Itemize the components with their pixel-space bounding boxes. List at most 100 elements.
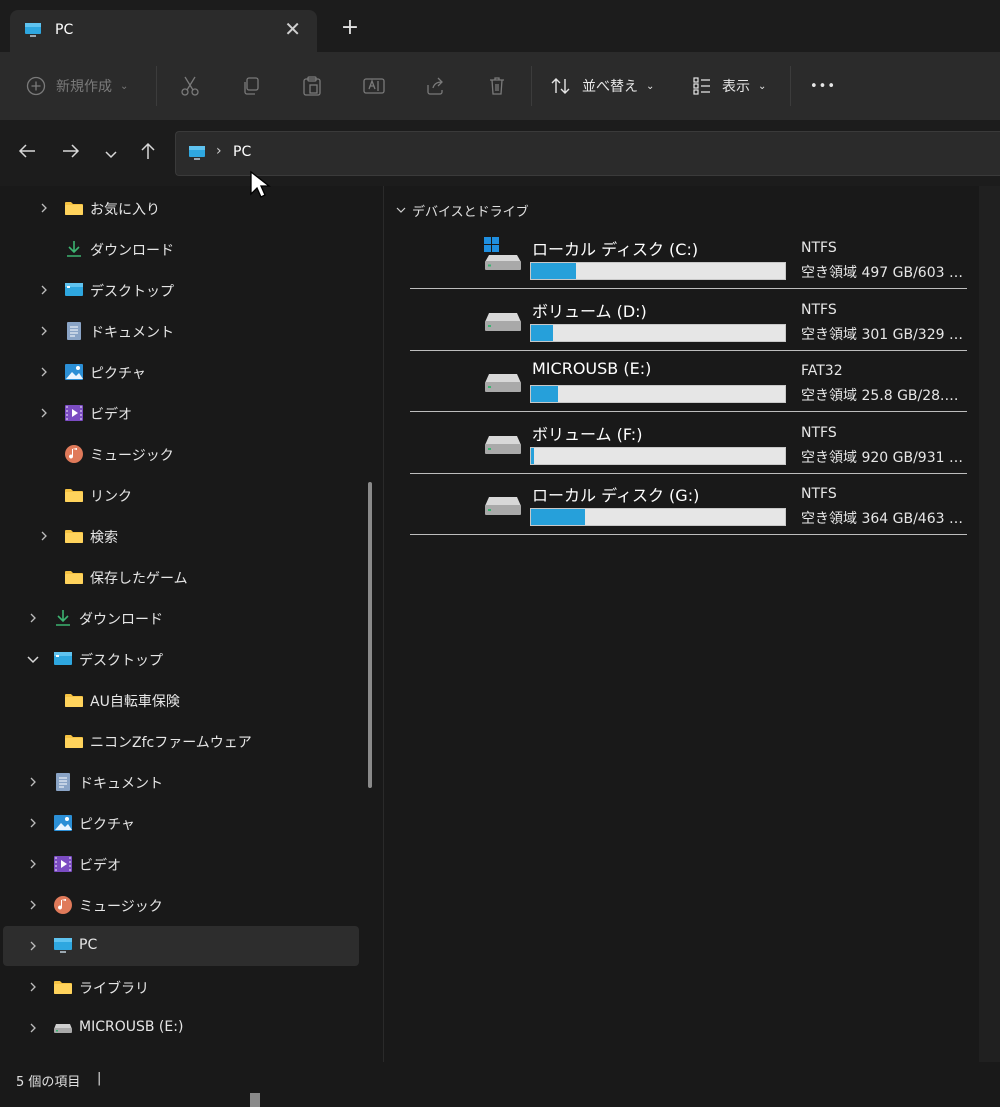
drive-filesystem: NTFS — [801, 301, 837, 318]
drive-tile[interactable]: ローカル ディスク (C:) NTFS 空き領域 497 GB/603 GB — [410, 227, 967, 289]
cut-button[interactable] — [180, 70, 200, 102]
drive-tile[interactable]: ボリューム (F:) NTFS 空き領域 920 GB/931 GB — [410, 412, 967, 474]
document-icon — [64, 321, 84, 341]
forward-button[interactable] — [58, 140, 84, 166]
chevron-right-icon[interactable] — [25, 979, 41, 995]
sidebar-item[interactable]: ダウンロード — [3, 229, 359, 269]
sidebar-item-label: デスクトップ — [79, 653, 163, 669]
drive-name: ボリューム (D:) — [532, 301, 647, 321]
drive-usage-bar — [530, 385, 786, 403]
sidebar-item[interactable]: PC — [3, 926, 359, 966]
chevron-right-icon[interactable] — [36, 364, 52, 380]
sidebar-item[interactable]: ピクチャ — [3, 352, 359, 392]
sidebar-item-label: MICROUSB (E:) — [79, 1019, 184, 1035]
sidebar-item[interactable]: ビデオ — [3, 844, 359, 884]
pc-icon — [24, 22, 42, 42]
chevron-right-icon[interactable] — [25, 774, 41, 790]
resize-handle[interactable] — [250, 1093, 260, 1107]
sidebar-item[interactable]: ダウンロード — [3, 598, 359, 638]
copy-button[interactable] — [241, 70, 261, 102]
sidebar-item-label: ライブラリ — [79, 981, 149, 997]
devices-group-header[interactable]: デバイスとドライブ — [396, 201, 529, 220]
sidebar-item[interactable]: ドキュメント — [3, 762, 359, 802]
breadcrumb-separator[interactable]: › — [216, 143, 222, 159]
sidebar-item-label: AU自転車保険 — [90, 694, 180, 710]
sidebar-item[interactable]: ドキュメント — [3, 311, 359, 351]
drive-usage-fill — [531, 509, 586, 525]
sidebar-item[interactable]: AU自転車保険 — [3, 680, 359, 720]
recent-locations-button[interactable] — [98, 140, 124, 166]
delete-button[interactable] — [487, 70, 507, 102]
share-button[interactable] — [425, 70, 445, 102]
sidebar-item[interactable]: デスクトップ — [3, 639, 359, 679]
chevron-right-icon[interactable] — [36, 323, 52, 339]
videos-icon — [64, 403, 84, 423]
drive-free-space: 空き領域 497 GB/603 GB — [801, 265, 967, 281]
content-pane: デバイスとドライブ ローカル ディスク (C:) NTFS 空き領域 497 GB/… — [384, 186, 979, 1062]
drive-tile[interactable]: ローカル ディスク (G:) NTFS 空き領域 364 GB/463 GB — [410, 473, 967, 535]
chevron-right-icon[interactable] — [36, 528, 52, 544]
delete-icon — [487, 76, 507, 96]
up-button[interactable] — [135, 140, 161, 166]
address-bar[interactable]: › PC — [175, 131, 1000, 176]
drive-filesystem: NTFS — [801, 486, 837, 502]
content-scroll-track[interactable] — [979, 186, 1000, 1062]
chevron-right-icon[interactable] — [36, 282, 52, 298]
download-icon — [53, 608, 73, 628]
rename-button[interactable] — [363, 70, 385, 102]
sidebar-item-label: ミュージック — [79, 899, 163, 915]
chevron-right-icon[interactable] — [36, 405, 52, 421]
sort-icon — [550, 76, 572, 96]
drive-usage-fill — [531, 263, 576, 279]
sidebar-item[interactable]: お気に入り — [3, 188, 359, 228]
chevron-right-icon[interactable] — [25, 856, 41, 872]
new-button[interactable]: 新規作成 ⌄ — [26, 70, 128, 102]
navigation-pane[interactable]: お気に入り ダウンロード デスクトップ ドキュメント ピクチャ ビデオ ミュージック リンク検… — [0, 186, 360, 1062]
sidebar-item[interactable]: ピクチャ — [3, 803, 359, 843]
drive-name: ボリューム (F:) — [532, 424, 643, 444]
sidebar-scrollbar[interactable] — [368, 482, 372, 788]
sidebar-item[interactable]: ビデオ — [3, 393, 359, 433]
sidebar-item[interactable]: 保存したゲーム — [3, 557, 359, 597]
chevron-right-icon[interactable] — [25, 815, 41, 831]
chevron-right-icon[interactable] — [36, 200, 52, 216]
drive-tile[interactable]: ボリューム (D:) NTFS 空き領域 301 GB/329 GB — [410, 289, 967, 351]
folder-icon — [64, 690, 84, 710]
tab-pc[interactable]: PC ✕ — [10, 10, 317, 52]
view-button[interactable]: 表示 ⌄ — [692, 70, 766, 102]
chevron-right-icon[interactable] — [25, 897, 41, 913]
chevron-right-icon[interactable] — [25, 1020, 41, 1036]
folder-icon — [64, 567, 84, 587]
drive-usage-bar — [530, 262, 786, 280]
sidebar-item[interactable]: ライブラリ — [3, 967, 359, 1007]
chevron-right-icon[interactable] — [25, 938, 41, 954]
sidebar-item[interactable]: 検索 — [3, 516, 359, 556]
sort-button-label: 並べ替え — [582, 79, 638, 95]
sidebar-item[interactable]: MICROUSB (E:) — [3, 1008, 359, 1048]
sidebar-item[interactable]: リンク — [3, 475, 359, 515]
breadcrumb-pc[interactable]: PC — [233, 144, 251, 160]
sidebar-item[interactable]: ミュージック — [3, 434, 359, 474]
toolbar-divider — [156, 66, 157, 106]
view-button-label: 表示 — [722, 79, 750, 95]
drive-usage-bar — [530, 508, 786, 526]
back-button[interactable] — [14, 140, 40, 166]
more-options-button[interactable]: ••• — [810, 70, 836, 102]
chevron-right-icon[interactable] — [25, 610, 41, 626]
toolbar-divider — [790, 66, 791, 106]
paste-icon — [302, 75, 322, 97]
sidebar-item[interactable]: ミュージック — [3, 885, 359, 925]
sidebar-item[interactable]: ニコンZfcファームウェア — [3, 721, 359, 761]
chevron-down-icon[interactable] — [25, 651, 41, 667]
sidebar-item[interactable]: デスクトップ — [3, 270, 359, 310]
paste-button[interactable] — [302, 70, 322, 102]
pictures-icon — [64, 362, 84, 382]
arrow-right-icon — [61, 143, 81, 163]
navigation-bar: › PC — [0, 120, 1000, 186]
close-tab-icon[interactable]: ✕ — [284, 18, 301, 40]
folder-icon — [64, 526, 84, 546]
drive-tile[interactable]: MICROUSB (E:) FAT32 空き領域 25.8 GB/28.9 ... — [410, 350, 967, 412]
new-tab-button[interactable]: + — [337, 16, 363, 42]
drive-usage-fill — [531, 386, 559, 402]
sort-button[interactable]: 並べ替え ⌄ — [550, 70, 654, 102]
